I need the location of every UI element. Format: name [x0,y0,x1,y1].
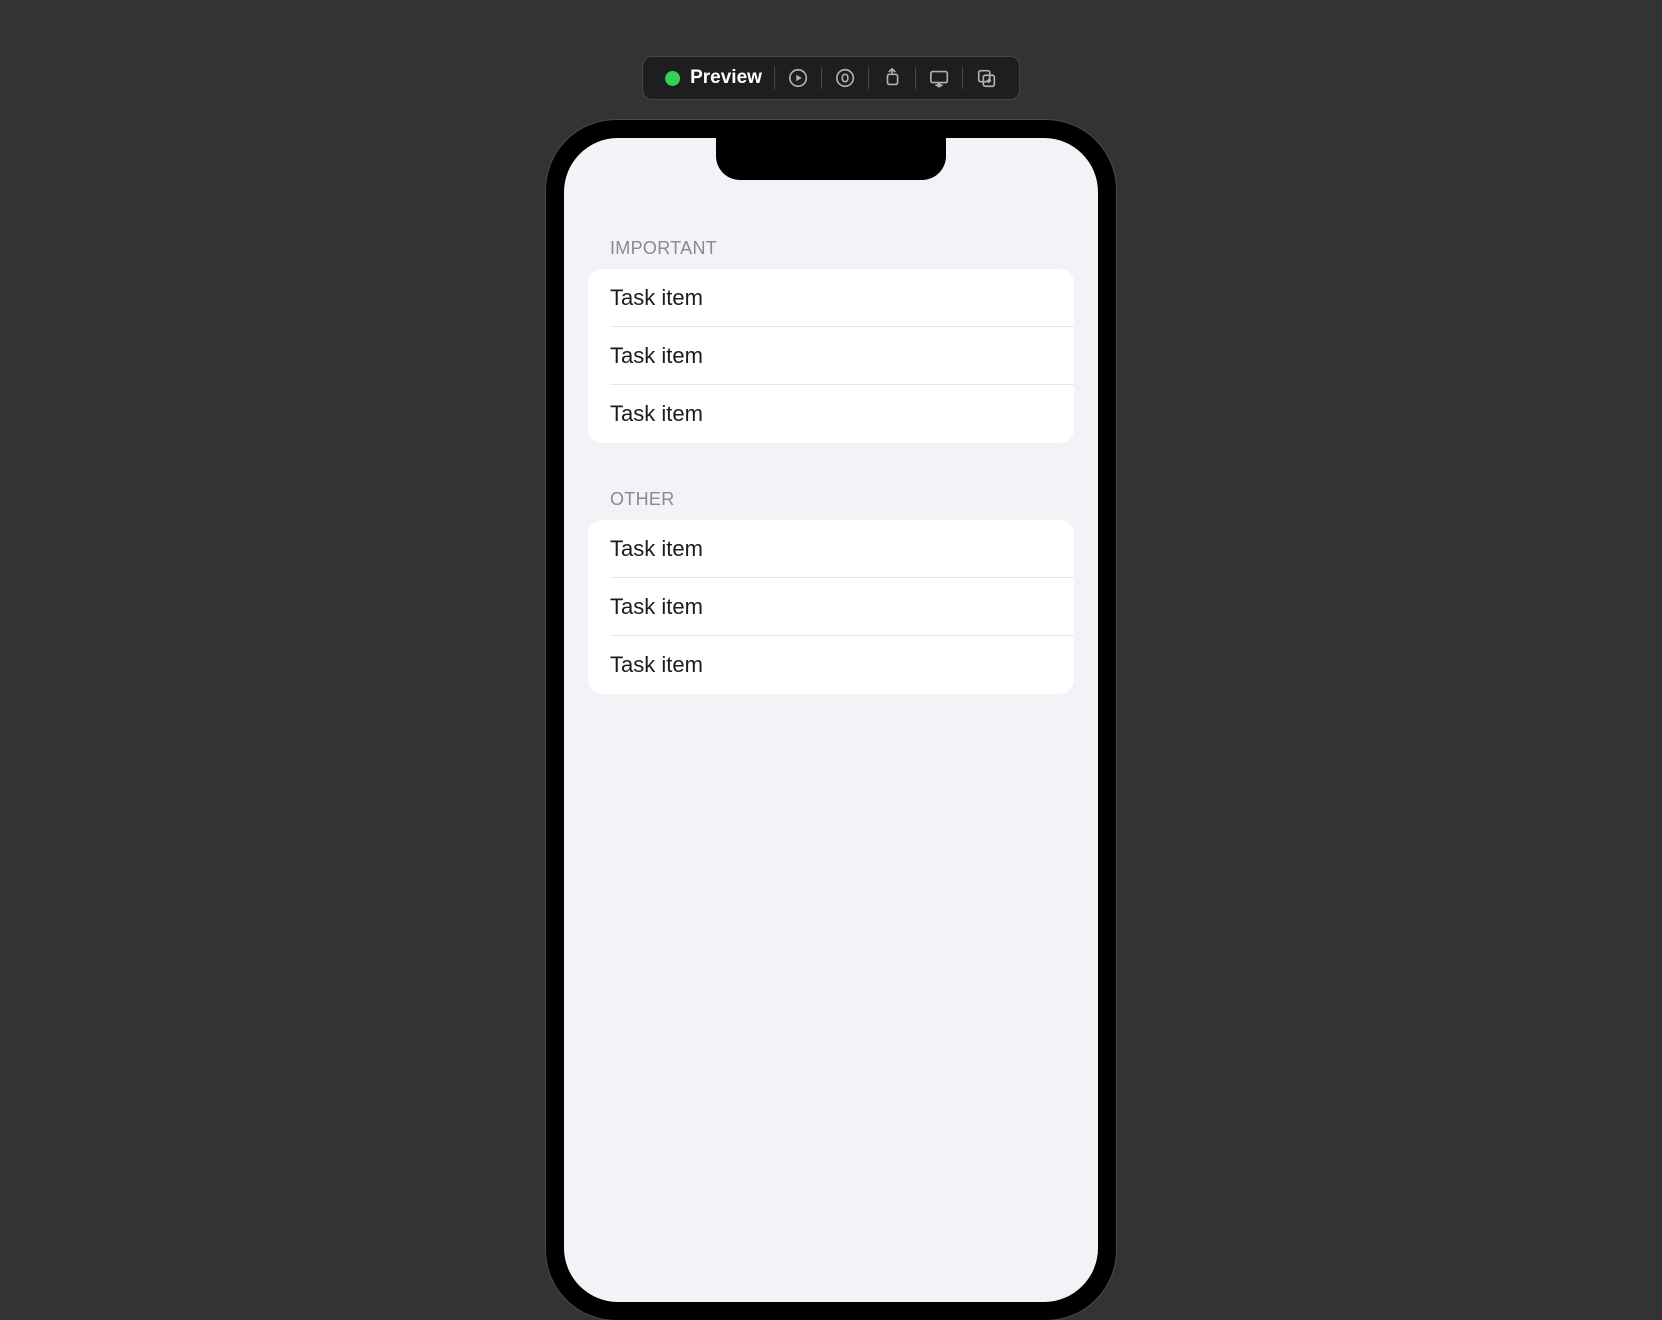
duplicate-plus-icon [975,67,997,89]
list-item[interactable]: Task item [588,636,1074,694]
section-important: IMPORTANT Task item Task item Task item [588,238,1074,443]
list-item[interactable]: Task item [588,269,1074,327]
list-item[interactable]: Task item [588,520,1074,578]
status-dot-icon [665,71,680,86]
preview-toolbar: Preview [642,56,1020,100]
rotate-icon [881,67,903,89]
display-icon [928,67,950,89]
duplicate-button[interactable] [963,64,1009,92]
phone-notch [716,138,946,180]
phone-screen: IMPORTANT Task item Task item Task item … [564,138,1098,1302]
play-button[interactable] [775,64,821,92]
concentric-button[interactable] [822,64,868,92]
section-header: IMPORTANT [588,238,1074,269]
list-item[interactable]: Task item [588,578,1074,636]
screen-content: IMPORTANT Task item Task item Task item … [564,138,1098,694]
list-item[interactable]: Task item [588,327,1074,385]
concentric-icon [834,67,856,89]
list-group: Task item Task item Task item [588,269,1074,443]
preview-label: Preview [690,67,762,89]
preview-status-segment: Preview [653,64,774,92]
list-item[interactable]: Task item [588,385,1074,443]
device-button[interactable] [916,64,962,92]
play-circle-icon [787,67,809,89]
section-header: OTHER [588,489,1074,520]
rotate-button[interactable] [869,64,915,92]
phone-frame: IMPORTANT Task item Task item Task item … [546,120,1116,1320]
section-other: OTHER Task item Task item Task item [588,489,1074,694]
list-group: Task item Task item Task item [588,520,1074,694]
